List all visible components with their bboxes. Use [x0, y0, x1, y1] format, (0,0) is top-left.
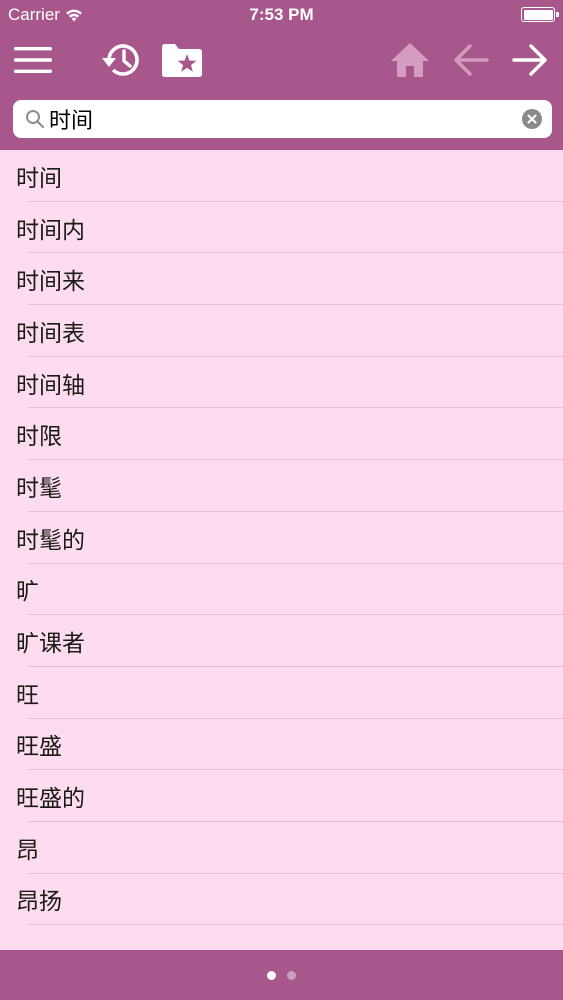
list-item[interactable]: 昂扬: [0, 874, 563, 926]
history-icon: [102, 44, 139, 76]
home-button[interactable]: [388, 38, 432, 82]
list-item[interactable]: 昂: [0, 822, 563, 874]
list-item[interactable]: 旷课者: [0, 615, 563, 667]
forward-arrow-icon: [512, 44, 547, 76]
page-dot-1[interactable]: [267, 970, 276, 980]
list-item[interactable]: 时间轴: [0, 357, 563, 409]
list-item[interactable]: 旺盛: [0, 719, 563, 771]
list-item[interactable]: 时髦: [0, 460, 563, 512]
search-input[interactable]: [49, 103, 519, 135]
status-time: 7:53 PM: [249, 5, 314, 24]
list-item[interactable]: 旷: [0, 564, 563, 616]
list-item[interactable]: 时髦的: [0, 512, 563, 564]
forward-button[interactable]: [508, 38, 552, 82]
home-icon: [391, 43, 429, 77]
search-bar: [0, 90, 563, 150]
status-bar: Carrier 7:53 PM: [0, 0, 563, 30]
page-dot-2[interactable]: [287, 970, 296, 980]
list-item[interactable]: 旺: [0, 667, 563, 719]
list-item[interactable]: 时间来: [0, 253, 563, 305]
list-item[interactable]: 旺盛的: [0, 770, 563, 822]
menu-icon: [14, 47, 52, 73]
toolbar: [0, 30, 563, 90]
list-item[interactable]: 时间表: [0, 305, 563, 357]
page-indicator: [0, 950, 563, 1000]
menu-button[interactable]: [11, 38, 55, 82]
list-item[interactable]: 时间: [0, 150, 563, 202]
back-button[interactable]: [449, 38, 493, 82]
battery-icon: [521, 7, 559, 22]
back-arrow-icon: [454, 44, 489, 76]
search-box[interactable]: [13, 100, 552, 138]
list-item[interactable]: 时限: [0, 408, 563, 460]
search-icon: [26, 110, 45, 129]
list-item[interactable]: 时间内: [0, 202, 563, 254]
close-icon: [527, 114, 537, 124]
word-list: 时间 时间内 时间来 时间表 时间轴 时限 时髦 时髦的 旷 旷课者 旺 旺盛 …: [0, 150, 563, 950]
favorites-button[interactable]: [160, 38, 204, 82]
favorites-folder-icon: [162, 44, 202, 77]
history-button[interactable]: [99, 38, 143, 82]
clear-search-button[interactable]: [522, 109, 542, 129]
